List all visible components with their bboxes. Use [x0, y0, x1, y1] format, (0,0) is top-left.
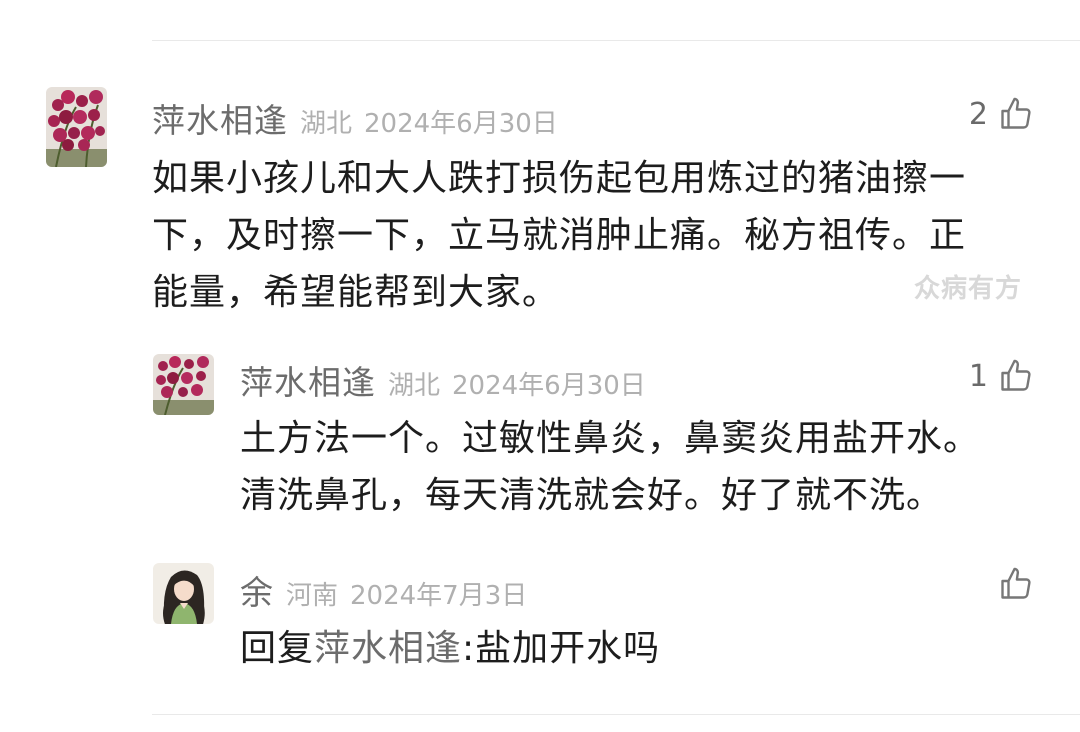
like-button[interactable]: 1	[969, 358, 1034, 394]
orchid-avatar-image	[153, 354, 214, 415]
bottom-divider	[152, 714, 1080, 715]
comment-line: 下，及时擦一下，立马就消肿止痛。秘方祖传。正	[152, 215, 967, 256]
avatar[interactable]	[46, 87, 107, 167]
orchid-avatar-image	[46, 87, 107, 167]
comment-meta: 萍水相逢 湖北 2024年6月30日	[152, 94, 558, 142]
author-region: 湖北	[300, 109, 353, 139]
thumbs-up-icon	[1001, 359, 1031, 391]
comment-date: 2024年6月30日	[452, 371, 646, 401]
author-name[interactable]: 余	[240, 566, 274, 614]
author-region: 河南	[286, 581, 339, 611]
author-region: 湖北	[388, 371, 441, 401]
comment-date: 2024年6月30日	[364, 109, 558, 139]
comment-line: 清洗鼻孔，每天清洗就会好。好了就不洗。	[240, 475, 944, 516]
author-name[interactable]: 萍水相逢	[240, 356, 376, 404]
illustrated-girl-avatar-image	[153, 563, 214, 624]
comment-date: 2024年7月3日	[350, 581, 528, 611]
avatar[interactable]	[153, 354, 214, 415]
top-divider	[152, 40, 1080, 41]
comment-line: 能量，希望能帮到大家。	[152, 272, 560, 313]
comment-line: 如果小孩儿和大人跌打损伤起包用炼过的猪油擦一	[152, 158, 967, 199]
comment-text: 土方法一个。过敏性鼻炎，鼻窦炎用盐开水。 清洗鼻孔，每天清洗就会好。好了就不洗。	[240, 410, 980, 524]
like-count: 1	[968, 358, 988, 394]
like-button[interactable]: 2	[969, 96, 1034, 132]
reply-prefix: 回复	[240, 628, 315, 669]
comment-line: 土方法一个。过敏性鼻炎，鼻窦炎用盐开水。	[240, 418, 981, 459]
watermark: 众病有方	[914, 274, 1023, 304]
comment-text: 如果小孩儿和大人跌打损伤起包用炼过的猪油擦一 下，及时擦一下，立马就消肿止痛。秘…	[152, 150, 966, 321]
like-count: 2	[968, 96, 988, 132]
avatar[interactable]	[153, 563, 214, 624]
comment-meta: 萍水相逢 湖北 2024年6月30日	[240, 356, 646, 404]
thumbs-up-icon	[1001, 567, 1031, 599]
reply-to-author[interactable]: 萍水相逢	[314, 628, 462, 669]
comment-text: 回复萍水相逢:盐加开水吗	[240, 620, 660, 677]
thumbs-up-icon	[1001, 97, 1031, 129]
comment-meta: 余 河南 2024年7月3日	[240, 566, 527, 614]
reply-text: :盐加开水吗	[462, 628, 661, 669]
like-button[interactable]	[988, 566, 1034, 602]
author-name[interactable]: 萍水相逢	[152, 94, 288, 142]
